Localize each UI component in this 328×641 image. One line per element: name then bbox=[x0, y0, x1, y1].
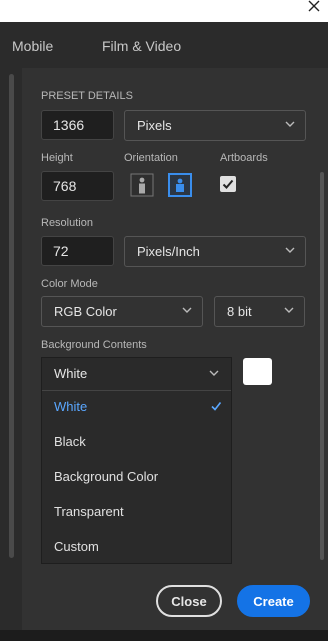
color-mode-value: RGB Color bbox=[54, 304, 117, 319]
chevron-down-icon bbox=[284, 307, 294, 313]
width-unit-select[interactable]: Pixels bbox=[124, 110, 306, 141]
height-label: Height bbox=[41, 152, 73, 164]
window-titlebar bbox=[0, 0, 328, 22]
close-icon[interactable] bbox=[306, 0, 322, 16]
background-selected-value: White bbox=[54, 366, 88, 381]
tab-film-video[interactable]: Film & Video bbox=[102, 38, 181, 54]
tab-mobile[interactable]: Mobile bbox=[12, 38, 53, 54]
resolution-label: Resolution bbox=[41, 217, 93, 229]
close-button[interactable]: Close bbox=[156, 585, 222, 617]
color-mode-label: Color Mode bbox=[41, 278, 98, 290]
preset-category-tabs: Mobile Film & Video bbox=[0, 22, 328, 68]
section-title-preset-details: PRESET DETAILS bbox=[41, 90, 133, 102]
chevron-down-icon bbox=[209, 370, 219, 376]
color-mode-select[interactable]: RGB Color bbox=[41, 296, 203, 327]
height-input[interactable]: 768 bbox=[41, 171, 114, 201]
background-contents-label: Background Contents bbox=[41, 339, 147, 351]
artboards-checkbox[interactable] bbox=[220, 176, 236, 192]
bit-depth-value: 8 bit bbox=[227, 304, 252, 319]
portrait-orientation-icon[interactable] bbox=[130, 173, 154, 197]
option-custom[interactable]: Custom bbox=[54, 539, 99, 554]
option-black[interactable]: Black bbox=[54, 434, 86, 449]
option-white[interactable]: White bbox=[54, 399, 87, 414]
selected-checkmark-icon bbox=[211, 402, 222, 411]
background-contents-select[interactable]: White bbox=[42, 358, 231, 391]
chevron-down-icon bbox=[285, 247, 295, 253]
create-button[interactable]: Create bbox=[237, 585, 310, 617]
width-unit-value: Pixels bbox=[137, 118, 172, 133]
background-contents-dropdown: White White Black Background Color Trans… bbox=[41, 357, 232, 564]
resolution-unit-select[interactable]: Pixels/Inch bbox=[124, 236, 306, 267]
bit-depth-select[interactable]: 8 bit bbox=[214, 296, 305, 327]
panel-scrollbar[interactable] bbox=[320, 172, 324, 560]
landscape-orientation-icon[interactable] bbox=[168, 173, 192, 197]
option-background-color[interactable]: Background Color bbox=[54, 469, 158, 484]
left-scrollbar[interactable] bbox=[9, 74, 14, 558]
width-input[interactable]: 1366 bbox=[41, 110, 114, 140]
option-transparent[interactable]: Transparent bbox=[54, 504, 124, 519]
background-color-swatch[interactable] bbox=[243, 358, 272, 385]
resolution-unit-value: Pixels/Inch bbox=[137, 244, 200, 259]
chevron-down-icon bbox=[285, 121, 295, 127]
chevron-down-icon bbox=[182, 307, 192, 313]
artboards-label: Artboards bbox=[220, 152, 268, 164]
checkmark-icon bbox=[222, 179, 234, 189]
background-window-strip bbox=[0, 630, 328, 641]
orientation-label: Orientation bbox=[124, 152, 178, 164]
resolution-input[interactable]: 72 bbox=[41, 236, 114, 266]
